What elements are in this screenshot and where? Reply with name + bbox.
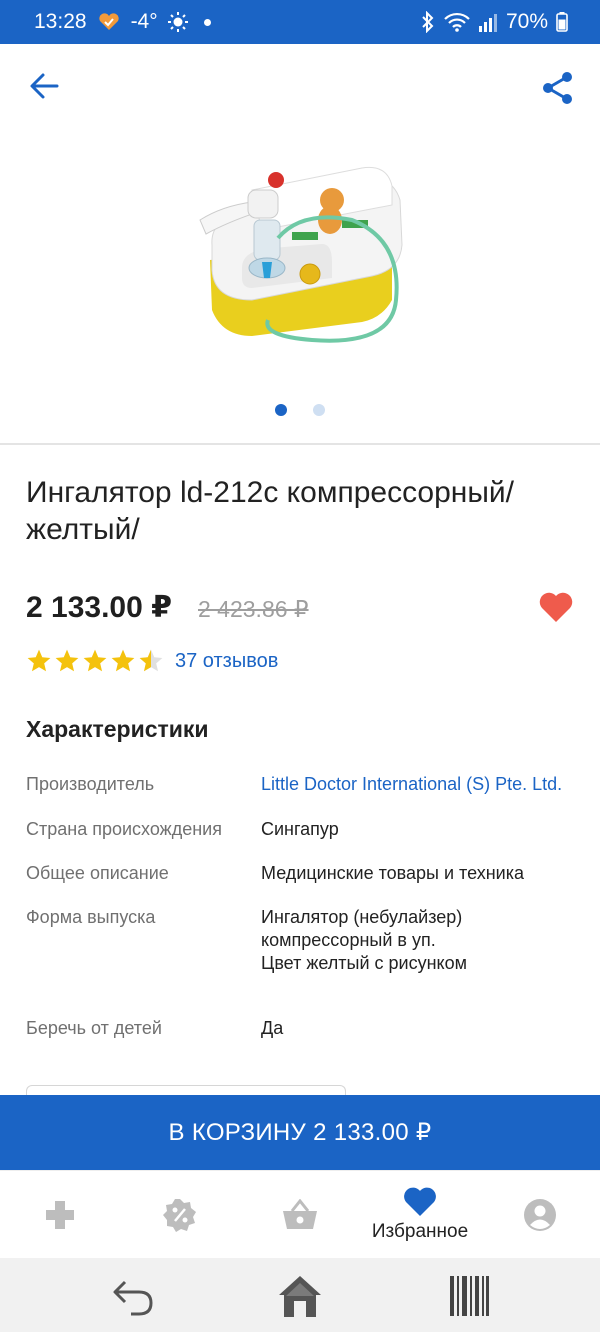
signal-icon — [478, 14, 497, 32]
sun-icon — [167, 12, 188, 32]
nav-label-favorites: Избранное — [371, 1221, 469, 1242]
old-price: 2 423.86 ₽ — [198, 596, 309, 622]
add-to-cart-button[interactable]: В КОРЗИНУ 2 133.00 ₽ — [0, 1095, 600, 1170]
star-full-icon — [83, 649, 107, 672]
characteristics-heading: Характеристики — [26, 716, 209, 742]
home-icon — [279, 1276, 321, 1317]
status-temperature: -4° — [130, 10, 158, 33]
back-arrow-icon — [113, 1280, 153, 1316]
current-price: 2 133.00 ₽ — [26, 591, 172, 624]
product-title: Ингалятор ld-212c компрессорный/ желтый/ — [26, 476, 514, 546]
pharmacy-cross-icon — [46, 1201, 74, 1229]
share-icon — [543, 72, 572, 104]
top-app-bar — [0, 44, 600, 132]
char-value: Медицинские товары и техника — [261, 863, 524, 883]
battery-icon — [556, 12, 568, 32]
product-image — [199, 166, 403, 343]
heart-icon — [539, 592, 573, 622]
bluetooth-icon — [422, 11, 434, 33]
system-home-button[interactable] — [275, 1272, 325, 1320]
char-value: Ингалятор (небулайзер) компрессорный в у… — [261, 907, 467, 973]
nav-item-profile[interactable] — [480, 1171, 600, 1259]
app-notification-icon — [98, 13, 119, 30]
wifi-icon — [444, 12, 470, 32]
rating-stars — [26, 648, 164, 674]
char-label: Форма выпуска — [26, 907, 156, 927]
divider — [0, 443, 600, 445]
nav-item-favorites[interactable]: Избранное — [360, 1171, 480, 1259]
product-gallery[interactable] — [0, 132, 600, 442]
status-time: 13:28 — [34, 10, 87, 33]
char-value: Сингапур — [261, 819, 339, 839]
barcode-icon — [450, 1276, 489, 1316]
status-bar: 13:28 -4° 70% — [0, 0, 600, 44]
nav-item-catalog[interactable] — [0, 1171, 120, 1259]
barcode-scanner-button[interactable] — [444, 1272, 494, 1320]
nav-item-discounts[interactable] — [120, 1171, 240, 1259]
heart-icon — [404, 1187, 436, 1216]
star-full-icon — [27, 649, 51, 672]
discount-badge-icon — [163, 1199, 196, 1232]
share-button[interactable] — [536, 66, 580, 110]
system-back-button[interactable] — [108, 1272, 158, 1320]
char-label: Страна происхождения — [26, 819, 222, 839]
nav-item-basket[interactable] — [240, 1171, 360, 1259]
favorite-button[interactable] — [538, 590, 574, 624]
reviews-link[interactable]: 37 отзывов — [175, 650, 278, 673]
basket-icon — [283, 1199, 317, 1229]
star-full-icon — [111, 649, 135, 672]
star-full-icon — [55, 649, 79, 672]
manufacturer-link[interactable]: Little Doctor International (S) Pte. Ltd… — [261, 773, 591, 796]
arrow-left-icon — [30, 73, 59, 99]
char-value: Да — [261, 1018, 284, 1038]
star-half-icon — [139, 649, 163, 672]
char-label: Общее описание — [26, 863, 169, 883]
char-label: Производитель — [26, 774, 155, 794]
system-navigation-bar — [0, 1258, 600, 1332]
pager-dot-active[interactable] — [275, 404, 287, 416]
pager-dot[interactable] — [313, 404, 325, 416]
gallery-pager — [0, 404, 600, 416]
profile-icon — [524, 1199, 556, 1231]
notification-dot-icon — [203, 18, 211, 26]
char-label: Беречь от детей — [26, 1018, 162, 1038]
bottom-navigation: Избранное — [0, 1170, 600, 1258]
battery-percent: 70% — [505, 10, 548, 33]
back-button[interactable] — [24, 66, 64, 106]
